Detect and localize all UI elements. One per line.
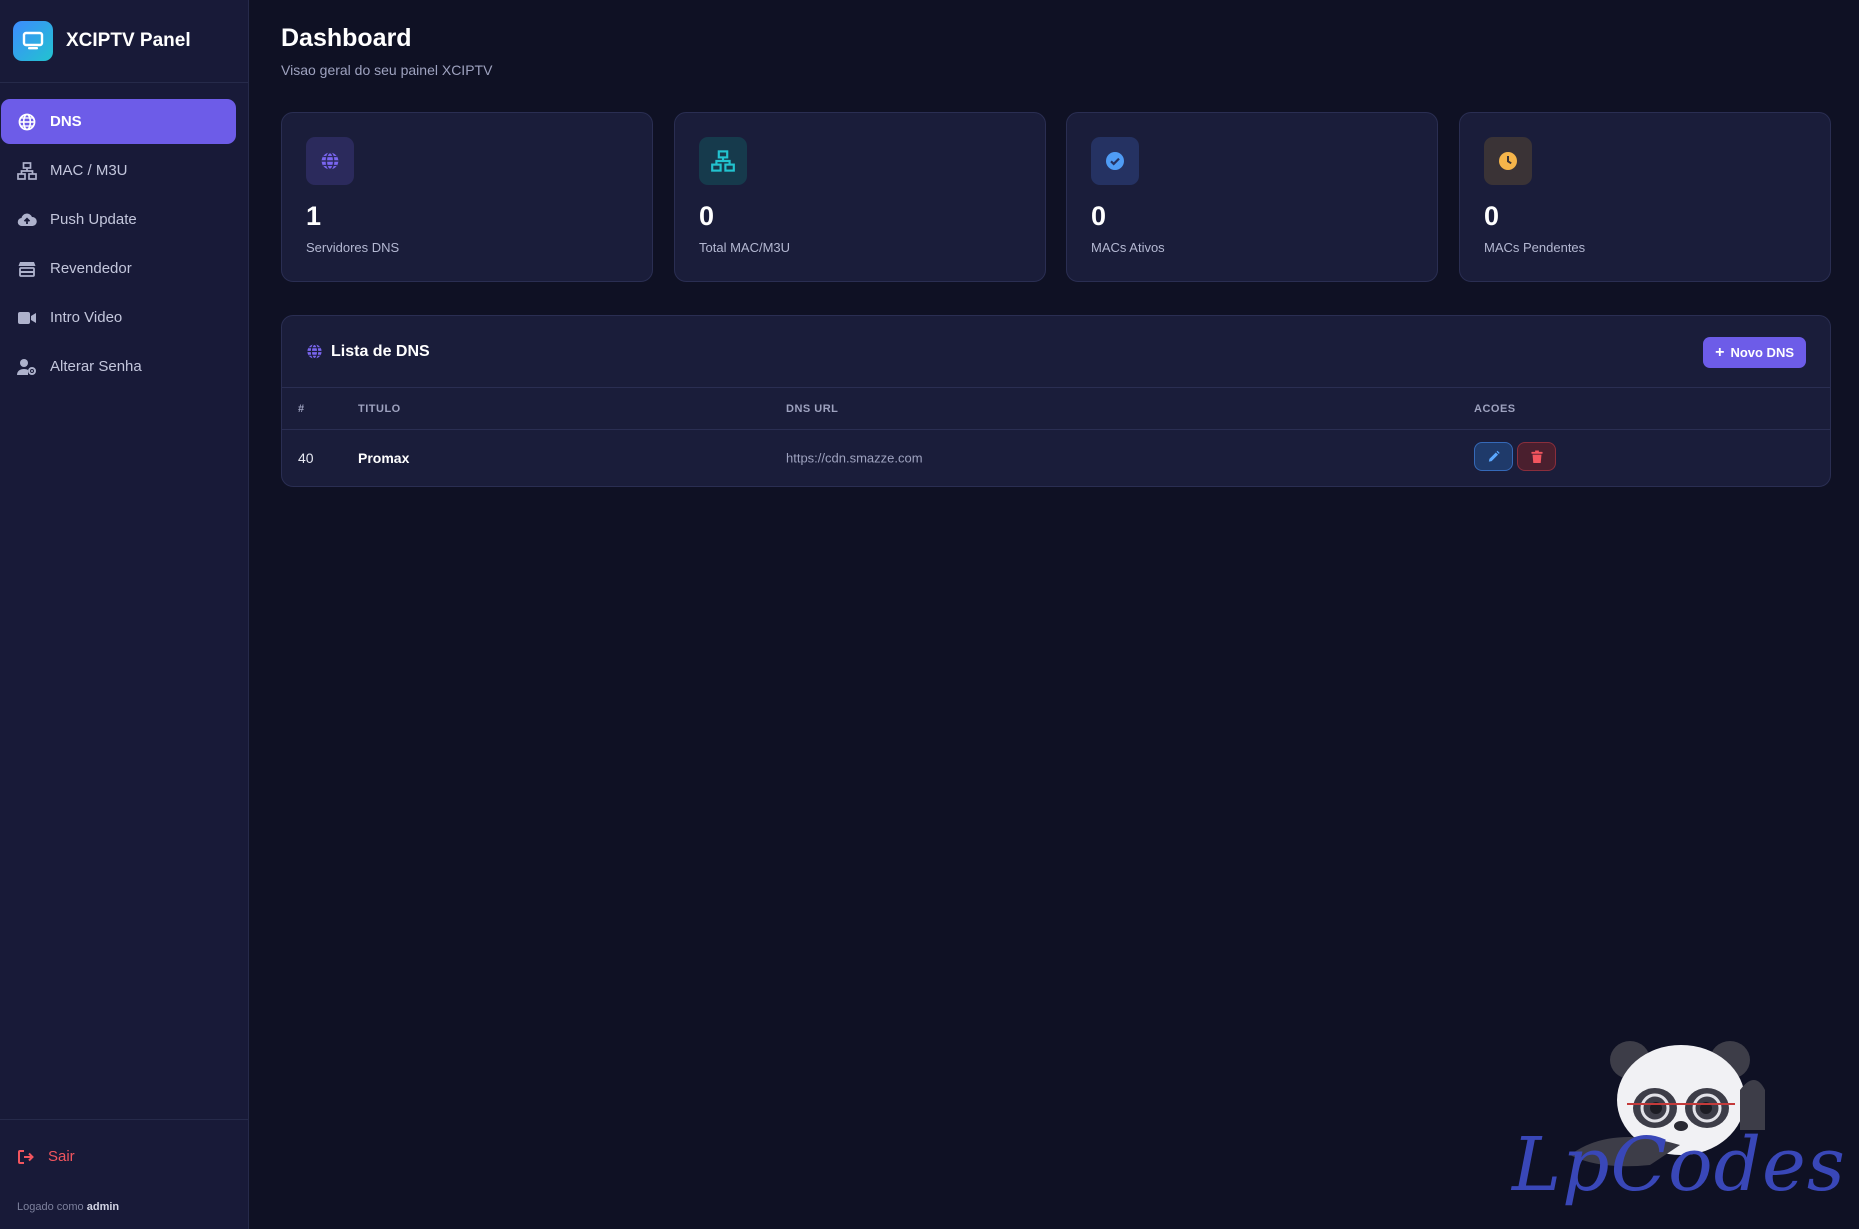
cell-url: https://cdn.smazze.com: [786, 450, 923, 466]
stat-label: MACs Pendentes: [1484, 240, 1586, 255]
plus-icon: +: [1715, 343, 1725, 361]
store-icon: [17, 259, 37, 279]
stat-card-total-mac: 0 Total MAC/M3U: [674, 112, 1046, 282]
page-title: Dashboard: [281, 24, 412, 52]
tv-icon: [13, 21, 53, 61]
column-header-url: DNS URL: [786, 402, 839, 415]
row-actions: [1474, 442, 1556, 471]
column-header-title: TITULO: [358, 402, 401, 415]
column-header-id: #: [298, 402, 305, 415]
new-dns-label: Novo DNS: [1730, 345, 1794, 360]
cell-id: 40: [298, 450, 314, 466]
logout-button[interactable]: Sair: [17, 1148, 75, 1165]
pencil-icon: [1487, 450, 1500, 463]
table-row: 40 Promax https://cdn.smazze.com: [282, 430, 1830, 486]
sidebar-item-mac-m3u[interactable]: MAC / M3U: [1, 148, 236, 193]
dns-list-panel: Lista de DNS + Novo DNS # TITULO DNS URL…: [281, 315, 1831, 487]
app-title: XCIPTV Panel: [66, 30, 191, 51]
watermark-logo: LpCodes: [1500, 1030, 1845, 1220]
edit-button[interactable]: [1474, 442, 1513, 471]
sidebar-nav: DNS MAC / M3U Push Update Revendedor Int…: [0, 83, 248, 389]
cloud-upload-icon: [17, 210, 37, 230]
sidebar-item-intro-video[interactable]: Intro Video: [1, 295, 236, 340]
logged-in-as: Logado como admin: [17, 1201, 120, 1213]
globe-icon: [306, 343, 323, 360]
network-icon: [699, 137, 747, 185]
sidebar-item-push-update[interactable]: Push Update: [1, 197, 236, 242]
stat-value: 0: [699, 201, 715, 231]
clock-icon: [1484, 137, 1532, 185]
video-icon: [17, 308, 37, 328]
sidebar-item-label: DNS: [50, 113, 82, 130]
panel-header: Lista de DNS + Novo DNS: [282, 316, 1830, 388]
table-header: # TITULO DNS URL ACOES: [282, 388, 1830, 430]
stat-card-macs-ativos: 0 MACs Ativos: [1066, 112, 1438, 282]
stat-label: Total MAC/M3U: [699, 240, 791, 255]
sidebar-item-revendedor[interactable]: Revendedor: [1, 246, 236, 291]
stat-card-macs-pendentes: 0 MACs Pendentes: [1459, 112, 1831, 282]
network-icon: [17, 161, 37, 181]
sidebar-item-label: MAC / M3U: [50, 162, 128, 179]
stat-label: Servidores DNS: [306, 240, 400, 255]
stat-card-dns: 1 Servidores DNS: [281, 112, 653, 282]
user-gear-icon: [17, 357, 37, 377]
logout-label: Sair: [48, 1148, 75, 1165]
sidebar-item-label: Push Update: [50, 211, 137, 228]
check-circle-icon: [1091, 137, 1139, 185]
sidebar-item-label: Alterar Senha: [50, 358, 142, 375]
watermark-text: LpCodes: [1512, 1122, 1846, 1208]
stat-value: 0: [1484, 201, 1500, 231]
globe-icon: [306, 137, 354, 185]
sign-out-icon: [17, 1149, 35, 1165]
cell-title: Promax: [358, 450, 410, 466]
new-dns-button[interactable]: + Novo DNS: [1703, 337, 1806, 368]
sidebar-item-dns[interactable]: DNS: [1, 99, 236, 144]
stat-value: 0: [1091, 201, 1107, 231]
stat-value: 1: [306, 201, 322, 231]
brand: XCIPTV Panel: [0, 0, 248, 83]
sidebar-item-label: Intro Video: [50, 309, 123, 326]
sidebar-item-label: Revendedor: [50, 260, 132, 277]
panel-title: Lista de DNS: [331, 342, 430, 360]
page-subtitle: Visao geral do seu painel XCIPTV: [281, 62, 493, 78]
sidebar: XCIPTV Panel DNS MAC / M3U Push Update R…: [0, 0, 249, 1229]
delete-button[interactable]: [1517, 442, 1556, 471]
globe-icon: [17, 112, 37, 132]
trash-icon: [1530, 450, 1543, 463]
sidebar-item-alterar-senha[interactable]: Alterar Senha: [1, 344, 236, 389]
logged-user: admin: [86, 1201, 120, 1213]
stat-label: MACs Ativos: [1091, 240, 1165, 255]
sidebar-footer: Sair Logado como admin: [0, 1119, 249, 1229]
column-header-actions: ACOES: [1474, 402, 1516, 415]
